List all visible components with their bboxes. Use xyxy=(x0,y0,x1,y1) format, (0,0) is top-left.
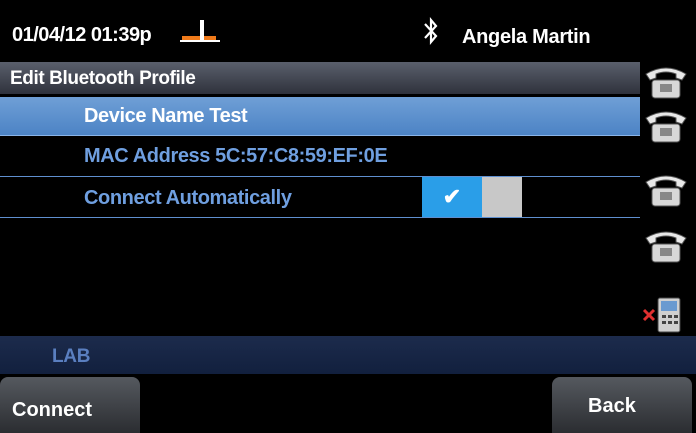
line-keys-panel xyxy=(640,56,696,336)
page-title: Edit Bluetooth Profile xyxy=(10,68,196,89)
toggle-off-segment xyxy=(482,177,522,217)
offhook-icon xyxy=(180,20,220,42)
device-name-label: Device Name Test xyxy=(84,105,248,127)
user-name: Angela Martin xyxy=(462,26,591,48)
bluetooth-icon xyxy=(424,16,438,46)
mac-address-row[interactable]: MAC Address 5C:57:C8:59:EF:0E xyxy=(0,137,640,175)
lab-bar xyxy=(0,336,696,374)
connect-softkey[interactable]: Connect xyxy=(0,377,140,433)
mobile-phone-disconnected-icon[interactable] xyxy=(640,292,692,334)
back-softkey[interactable]: Back xyxy=(552,377,692,433)
phone-line-icon[interactable] xyxy=(640,224,692,266)
check-icon: ✔ xyxy=(422,177,482,217)
phone-line-icon[interactable] xyxy=(640,104,692,146)
phone-line-icon[interactable] xyxy=(640,168,692,210)
connect-automatically-row[interactable]: Connect Automatically ✔ xyxy=(0,176,640,218)
date-time: 01/04/12 01:39p xyxy=(12,24,152,46)
mac-address-label: MAC Address 5C:57:C8:59:EF:0E xyxy=(84,145,388,167)
phone-line-icon[interactable] xyxy=(640,60,692,102)
connect-automatically-label: Connect Automatically xyxy=(84,187,292,209)
device-name-row[interactable]: Device Name Test xyxy=(0,97,640,136)
connect-softkey-label: Connect xyxy=(12,399,92,421)
connect-automatically-toggle[interactable]: ✔ xyxy=(422,177,522,217)
back-softkey-label: Back xyxy=(588,395,636,417)
lab-label: LAB xyxy=(52,346,91,367)
